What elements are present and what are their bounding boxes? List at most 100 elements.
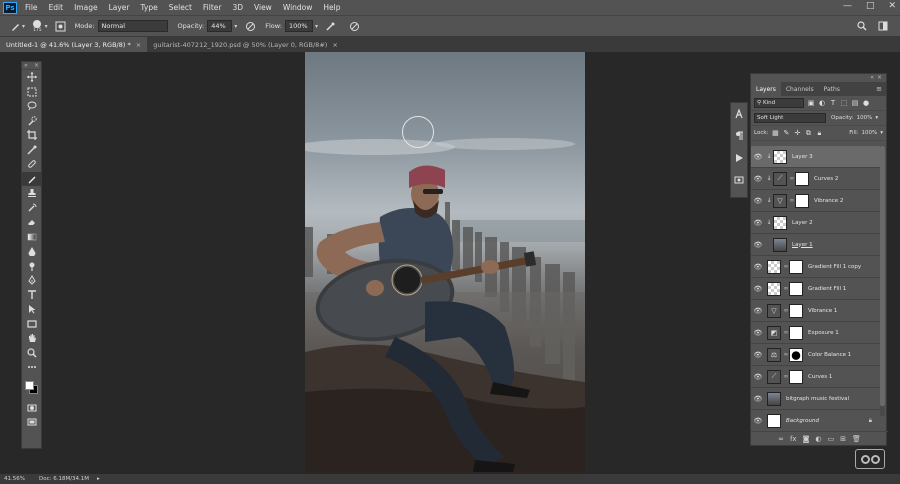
visibility-eye-icon[interactable]: 👁︎: [751, 153, 765, 161]
marquee-tool-icon[interactable]: [22, 85, 41, 100]
rectangle-tool-icon[interactable]: [22, 317, 41, 332]
opacity-input[interactable]: 44%: [207, 20, 233, 32]
layer-row[interactable]: 👁︎ ↓ ⟋ ∞ Curves 2: [751, 168, 880, 190]
pressure-size-icon[interactable]: [348, 19, 362, 33]
hand-tool-icon[interactable]: [22, 331, 41, 346]
new-layer-icon[interactable]: ⊞: [840, 435, 846, 443]
lock-artboard-icon[interactable]: ⧉: [804, 129, 812, 138]
shape-filter-icon[interactable]: ⬚: [840, 99, 848, 107]
visibility-eye-icon[interactable]: 👁︎: [751, 329, 765, 337]
menu-image[interactable]: Image: [74, 3, 98, 12]
tab-untitled-1[interactable]: Untitled-1 @ 41.6% (Layer 3, RGB/8) * ×: [0, 37, 148, 52]
tab-guitarist[interactable]: guitarist-407212_1920.psd @ 50% (Layer 0…: [147, 37, 344, 52]
menu-edit[interactable]: Edit: [49, 3, 64, 12]
add-mask-icon[interactable]: ◙: [803, 435, 810, 443]
document-canvas[interactable]: [305, 52, 585, 473]
dodge-tool-icon[interactable]: [22, 259, 41, 274]
brush-preset-picker[interactable]: 175: [33, 19, 42, 33]
history-brush-tool-icon[interactable]: [22, 201, 41, 216]
layer-row[interactable]: 👁︎ ⚖ ∞ Color Balance 1: [751, 344, 880, 366]
fill-chevron-icon[interactable]: ▾: [880, 130, 883, 136]
menu-3d[interactable]: 3D: [232, 3, 243, 12]
layer-row[interactable]: 👁︎ Background 🔒︎: [751, 410, 880, 432]
close-window-button[interactable]: ✕: [888, 1, 896, 11]
brush-picker-chevron-icon[interactable]: ▾: [45, 23, 48, 30]
airbrush-icon[interactable]: [324, 19, 338, 33]
flow-input[interactable]: 100%: [284, 20, 313, 32]
panel-grip[interactable]: » ×: [22, 62, 41, 70]
tab-paths[interactable]: Paths: [819, 82, 845, 96]
lock-position-icon[interactable]: ✛: [793, 129, 801, 137]
opacity-chevron-icon[interactable]: ▾: [875, 115, 878, 121]
layer-row[interactable]: 👁︎ ∞ Gradient Fill 1: [751, 278, 880, 300]
filter-toggle-icon[interactable]: ●: [862, 99, 870, 107]
panel-grip[interactable]: «×: [751, 74, 886, 82]
menu-window[interactable]: Window: [283, 3, 313, 12]
layer-row[interactable]: 👁︎ ⟋ ∞ Curves 1: [751, 366, 880, 388]
close-tab-icon[interactable]: ×: [332, 41, 337, 49]
lock-all-icon[interactable]: 🔒︎: [815, 129, 823, 138]
menu-type[interactable]: Type: [141, 3, 158, 12]
menu-file[interactable]: File: [25, 3, 38, 12]
healing-brush-tool-icon[interactable]: [22, 157, 41, 172]
layer-row[interactable]: 👁︎ ◩ ∞ Exposure 1: [751, 322, 880, 344]
layer-fill-value[interactable]: 100%: [862, 130, 878, 136]
panel-menu-icon[interactable]: ≡: [876, 85, 882, 93]
quick-mask-icon[interactable]: [22, 401, 41, 416]
workspace-icon[interactable]: [876, 19, 890, 33]
pixel-filter-icon[interactable]: ▣: [807, 99, 815, 107]
more-tools-icon[interactable]: [22, 360, 41, 375]
delete-layer-icon[interactable]: 🗑︎: [852, 435, 861, 443]
zoom-tool-icon[interactable]: [22, 346, 41, 361]
path-selection-tool-icon[interactable]: [22, 302, 41, 317]
quick-selection-tool-icon[interactable]: [22, 114, 41, 129]
tab-channels[interactable]: Channels: [781, 82, 819, 96]
new-group-icon[interactable]: ▭: [827, 435, 834, 443]
layer-row[interactable]: 👁︎ ↓ Layer 2: [751, 212, 880, 234]
screen-mode-icon[interactable]: [22, 415, 41, 430]
layer-row[interactable]: 👁︎ Layer 1: [751, 234, 880, 256]
tab-layers[interactable]: Layers: [751, 82, 781, 96]
link-layers-icon[interactable]: ∞: [778, 435, 784, 443]
layers-scrollbar[interactable]: [880, 146, 885, 416]
opacity-chevron-icon[interactable]: ▾: [234, 23, 237, 30]
visibility-eye-icon[interactable]: 👁︎: [751, 351, 765, 359]
actions-panel-icon[interactable]: [731, 147, 747, 169]
visibility-eye-icon[interactable]: 👁︎: [751, 285, 765, 293]
gradient-tool-icon[interactable]: [22, 230, 41, 245]
brush-tool-icon[interactable]: [8, 19, 22, 33]
visibility-eye-icon[interactable]: 👁︎: [751, 197, 765, 205]
adjustment-filter-icon[interactable]: ◐: [818, 99, 826, 107]
navigator-panel-icon[interactable]: [731, 169, 747, 191]
visibility-eye-icon[interactable]: 👁︎: [751, 219, 765, 227]
menu-select[interactable]: Select: [169, 3, 192, 12]
lock-pixels-icon[interactable]: ✎: [782, 129, 790, 137]
eraser-tool-icon[interactable]: [22, 215, 41, 230]
move-tool-icon[interactable]: [22, 70, 41, 85]
layer-row[interactable]: 👁︎ ∞ Gradient Fill 1 copy: [751, 256, 880, 278]
close-tab-icon[interactable]: ×: [136, 41, 141, 49]
filter-kind-select[interactable]: ⚲ Kind: [754, 98, 804, 108]
mode-select[interactable]: Normal: [97, 20, 168, 32]
lasso-tool-icon[interactable]: [22, 99, 41, 114]
visibility-eye-icon[interactable]: 👁︎: [751, 307, 765, 315]
lock-transparency-icon[interactable]: ▦: [771, 129, 779, 137]
flow-chevron-icon[interactable]: ▾: [315, 23, 318, 30]
layer-row[interactable]: 👁︎ ↓ ▽ ∞ Vibrance 2: [751, 190, 880, 212]
zoom-level[interactable]: 41.56%: [4, 476, 25, 482]
type-tool-icon[interactable]: [22, 288, 41, 303]
brush-panel-toggle-icon[interactable]: [54, 19, 68, 33]
visibility-eye-icon[interactable]: 👁︎: [751, 417, 765, 425]
layer-row[interactable]: 👁︎ ↓ Layer 3: [751, 146, 880, 168]
clone-stamp-tool-icon[interactable]: [22, 186, 41, 201]
foreground-color-swatch[interactable]: [25, 380, 34, 390]
blur-tool-icon[interactable]: [22, 244, 41, 259]
menu-layer[interactable]: Layer: [109, 3, 130, 12]
minimize-button[interactable]: —: [843, 1, 852, 11]
visibility-eye-icon[interactable]: 👁︎: [751, 241, 765, 249]
maximize-button[interactable]: □: [866, 1, 875, 11]
menu-help[interactable]: Help: [323, 3, 340, 12]
layer-row[interactable]: 👁︎ bitgraph music festival: [751, 388, 880, 410]
menu-filter[interactable]: Filter: [203, 3, 222, 12]
eyedropper-tool-icon[interactable]: [22, 143, 41, 158]
